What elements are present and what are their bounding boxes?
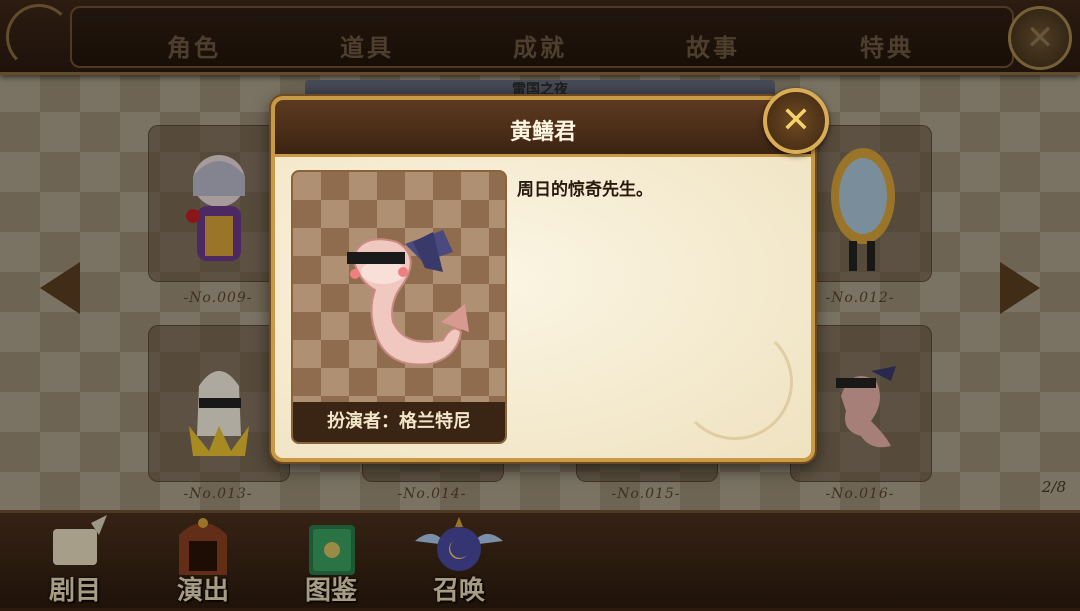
modal-title: 黄鳝君 [509,120,576,145]
eel-character-icon [347,230,469,366]
character-portrait: 扮演者：格兰特尼 [291,170,507,444]
modal-close-button[interactable]: ✕ [763,88,829,154]
modal-body: 扮演者：格兰特尼 周日的惊奇先生。 [275,157,811,458]
ornament-swirl [677,324,793,440]
close-icon: ✕ [780,100,812,141]
character-description: 周日的惊奇先生。 [517,180,653,200]
modal-header: 黄鳝君 [275,100,811,157]
character-detail-modal: 黄鳝君 扮演者：格兰特尼 周日的惊奇先生。 [271,96,815,462]
actor-label: 扮演者：格兰特尼 [293,402,505,442]
